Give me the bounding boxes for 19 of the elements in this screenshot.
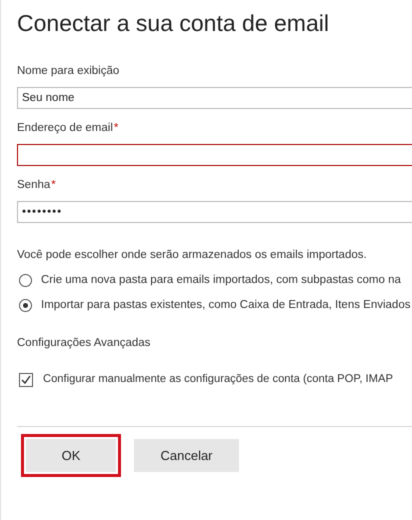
required-mark: * xyxy=(114,120,118,136)
password-field[interactable]: •••••••• xyxy=(17,201,412,224)
checkbox[interactable] xyxy=(19,372,33,387)
radio-label: Importar para pastas existentes, como Caixa de Entrada, Itens Enviados xyxy=(41,298,410,313)
checkbox-label: Configurar manualmente as configurações de conta (conta POP, IMAP xyxy=(43,372,393,388)
radio-button[interactable] xyxy=(19,274,32,287)
section-heading: Configurações Avançadas xyxy=(17,336,150,351)
field-label: Senha xyxy=(17,178,50,193)
import-prompt: Você pode escolher onde serão armazenados os emails importados. xyxy=(17,248,367,264)
required-mark: * xyxy=(51,178,56,193)
radio-button[interactable] xyxy=(19,298,32,312)
radio-label: Crie uma nova pasta para emails importados, com subpastas como na xyxy=(41,272,401,288)
cancel-button[interactable]: Cancelar xyxy=(134,439,239,472)
field-label: Endereço de email xyxy=(17,120,113,136)
dialog-title: Conectar a sua conta de email xyxy=(17,9,329,38)
input-field[interactable]: Seu nome xyxy=(17,86,412,109)
input-field[interactable] xyxy=(17,144,412,166)
ok-button[interactable]: OK xyxy=(26,439,116,472)
field-label: Nome para exibição xyxy=(17,64,120,78)
